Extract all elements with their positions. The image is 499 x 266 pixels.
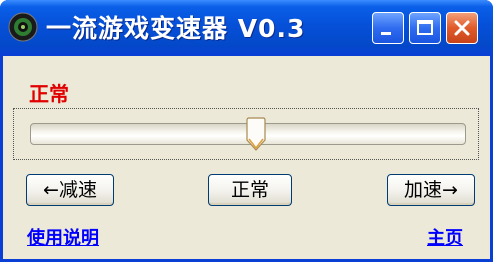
normal-speed-button[interactable]: 正常 xyxy=(208,174,292,206)
slider-thumb[interactable] xyxy=(246,117,266,151)
minimize-icon xyxy=(381,32,391,35)
speed-up-button[interactable]: 加速→ xyxy=(387,174,475,206)
help-link[interactable]: 使用说明 xyxy=(27,224,99,250)
client-area: 正常 ←减速 正常 加速→ 使用说明 主页 xyxy=(3,56,490,259)
maximize-icon xyxy=(417,20,433,35)
title-bar[interactable]: 一流游戏变速器 V0.3 xyxy=(0,0,493,56)
app-window: 一流游戏变速器 V0.3 正常 ←减速 正常 加速→ 使用说明 主页 xyxy=(0,0,493,262)
window-title: 一流游戏变速器 V0.3 xyxy=(46,14,306,43)
close-button[interactable] xyxy=(446,12,478,44)
app-gear-icon xyxy=(8,12,38,42)
slow-down-button[interactable]: ←减速 xyxy=(26,174,114,206)
close-icon xyxy=(454,20,470,36)
home-link[interactable]: 主页 xyxy=(427,224,463,250)
speed-status-label: 正常 xyxy=(29,82,69,106)
maximize-button[interactable] xyxy=(409,12,441,44)
minimize-button[interactable] xyxy=(372,12,404,44)
speed-slider[interactable] xyxy=(13,108,479,160)
